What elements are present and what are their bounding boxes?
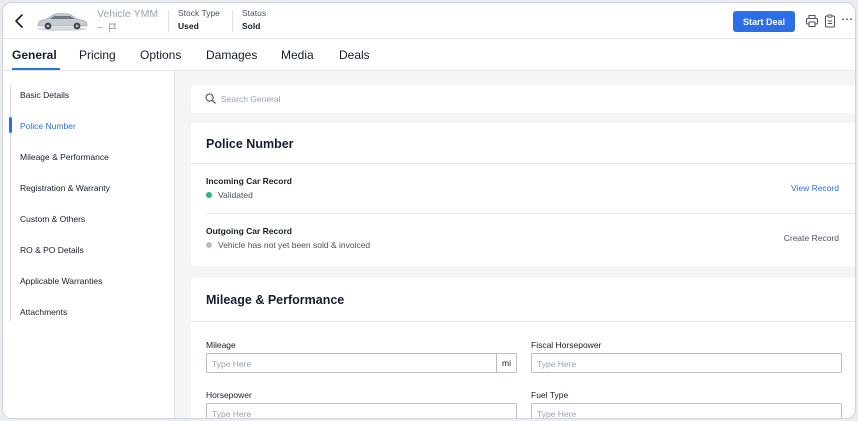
fuel-type-field: [531, 403, 842, 418]
header-divider: [232, 10, 233, 32]
fiscal-horsepower-label: Fiscal Horsepower: [531, 340, 602, 350]
tab-damages[interactable]: Damages: [206, 48, 257, 62]
print-icon[interactable]: [805, 14, 819, 28]
mileage-unit: mi: [496, 354, 516, 372]
outgoing-status-text: Vehicle has not yet been sold & invoiced: [218, 240, 371, 250]
mileage-label: Mileage: [206, 340, 236, 350]
sidebar-item-basic-details[interactable]: Basic Details: [20, 90, 69, 100]
tab-pricing[interactable]: Pricing: [79, 48, 116, 62]
fuel-type-label: Fuel Type: [531, 390, 569, 400]
sidebar-item-attachments[interactable]: Attachments: [20, 307, 67, 317]
header-divider: [168, 10, 169, 32]
fiscal-horsepower-input[interactable]: [537, 357, 797, 370]
divider: [191, 321, 855, 322]
active-tab-indicator: [12, 68, 60, 70]
sidebar-item-mileage-performance[interactable]: Mileage & Performance: [20, 152, 109, 162]
divider: [191, 163, 855, 164]
fuel-type-input[interactable]: [537, 407, 797, 418]
status-value: Sold: [242, 21, 261, 31]
vehicle-thumbnail: [37, 13, 88, 31]
police-number-card: Police Number Incoming Car Record Valida…: [191, 123, 855, 266]
vehicle-subtitle-text: –: [97, 22, 103, 33]
card-title: Police Number: [206, 137, 294, 151]
sidebar-item-registration-warranty[interactable]: Registration & Warranty: [20, 183, 110, 193]
tab-media[interactable]: Media: [281, 48, 314, 62]
status-label: Status: [242, 8, 267, 18]
content-area: Basic Details Police Number Mileage & Pe…: [3, 71, 855, 418]
search-box: [191, 85, 855, 113]
sidebar-item-police-number[interactable]: Police Number: [20, 121, 76, 131]
back-arrow-icon[interactable]: [11, 12, 29, 30]
stock-type-label: Stock Type: [178, 8, 220, 18]
sidebar-item-custom-others[interactable]: Custom & Others: [20, 214, 85, 224]
incoming-record-title: Incoming Car Record: [206, 176, 292, 186]
mileage-input[interactable]: [212, 357, 472, 370]
card-title: Mileage & Performance: [206, 293, 345, 307]
app-window: Vehicle YMM – Stock Type Used Status Sol…: [2, 2, 856, 419]
horsepower-field: [206, 403, 517, 418]
vehicle-title: Vehicle YMM: [97, 8, 159, 20]
divider: [206, 213, 855, 214]
incoming-status-text: Validated: [218, 190, 253, 200]
sidebar-item-ro-po-details[interactable]: RO & PO Details: [20, 245, 84, 255]
status-dot-validated: [206, 192, 212, 198]
search-input[interactable]: [221, 91, 521, 107]
outgoing-record-status: Vehicle has not yet been sold & invoiced: [206, 240, 370, 250]
incoming-record-status: Validated: [206, 190, 253, 200]
tab-options[interactable]: Options: [140, 48, 181, 62]
mileage-field: mi: [206, 353, 517, 373]
status-dot-pending: [206, 242, 212, 248]
outgoing-record-title: Outgoing Car Record: [206, 226, 292, 236]
tab-general[interactable]: General: [12, 48, 57, 62]
horsepower-label: Horsepower: [206, 390, 252, 400]
clipboard-icon[interactable]: [823, 14, 837, 28]
horsepower-input[interactable]: [212, 407, 472, 418]
search-icon: [205, 93, 216, 104]
create-record-link[interactable]: Create Record: [784, 233, 839, 243]
start-deal-button[interactable]: Start Deal: [733, 11, 795, 32]
header-bar: Vehicle YMM – Stock Type Used Status Sol…: [3, 3, 855, 39]
tab-bar: General Pricing Options Damages Media De…: [3, 39, 855, 71]
section-sidebar: Basic Details Police Number Mileage & Pe…: [3, 71, 175, 418]
stock-type-value: Used: [178, 21, 199, 31]
more-options-icon[interactable]: ⋯: [841, 12, 853, 26]
fiscal-horsepower-field: [531, 353, 842, 373]
sidebar-active-indicator: [9, 117, 12, 133]
mileage-performance-card: Mileage & Performance Mileage mi Fiscal …: [191, 278, 855, 418]
vehicle-subtitle: –: [97, 22, 117, 33]
sidebar-item-applicable-warranties[interactable]: Applicable Warranties: [20, 276, 102, 286]
view-record-link[interactable]: View Record: [791, 183, 839, 193]
tab-deals[interactable]: Deals: [339, 48, 370, 62]
flag-icon[interactable]: [108, 23, 117, 33]
